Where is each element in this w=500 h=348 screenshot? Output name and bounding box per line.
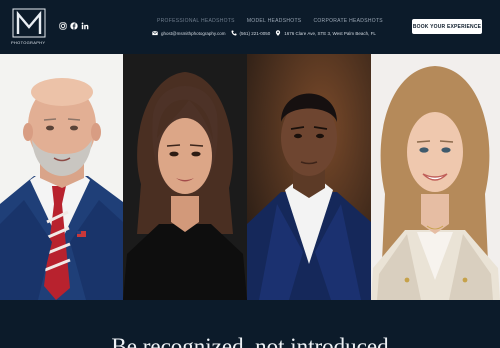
location-pin-icon xyxy=(276,30,281,36)
contact-bar: ghost@msmithphotography.com (561) 221-00… xyxy=(152,30,376,36)
headshot-photo-1 xyxy=(0,54,123,300)
email-text: ghost@msmithphotography.com xyxy=(161,30,226,36)
address-contact[interactable]: 1676 Clare Ave, STE 3, West Palm Beach, … xyxy=(275,30,376,36)
instagram-icon[interactable] xyxy=(59,22,67,30)
nav-professional-headshots[interactable]: PROFESSIONAL HEADSHOTS xyxy=(157,18,235,24)
book-experience-button[interactable]: BOOK YOUR EXPERIENCE xyxy=(412,19,482,34)
headshot-gallery xyxy=(0,54,500,300)
site-header: PHOTOGRAPHY PROFESSIONAL HEADSHOTS MODEL… xyxy=(0,0,500,54)
headshot-photo-2 xyxy=(123,54,247,300)
nav-model-headshots[interactable]: MODEL HEADSHOTS xyxy=(247,18,302,24)
nav-corporate-headshots[interactable]: CORPORATE HEADSHOTS xyxy=(313,18,383,24)
facebook-icon[interactable] xyxy=(70,22,78,30)
address-text: 1676 Clare Ave, STE 3, West Palm Beach, … xyxy=(284,30,376,36)
mail-icon xyxy=(152,30,158,36)
phone-text: (561) 221-0050 xyxy=(239,30,271,36)
main-nav: PROFESSIONAL HEADSHOTS MODEL HEADSHOTS C… xyxy=(157,18,383,24)
linkedin-icon[interactable] xyxy=(81,22,89,30)
phone-icon xyxy=(230,30,237,36)
email-contact[interactable]: ghost@msmithphotography.com xyxy=(152,30,226,36)
hero-tagline: Be recognized, not introduced xyxy=(111,334,389,348)
logo-caption: PHOTOGRAPHY xyxy=(11,40,46,45)
phone-contact[interactable]: (561) 221-0050 xyxy=(230,30,271,36)
headshot-photo-3 xyxy=(247,54,371,300)
headshot-photo-4 xyxy=(371,54,500,300)
